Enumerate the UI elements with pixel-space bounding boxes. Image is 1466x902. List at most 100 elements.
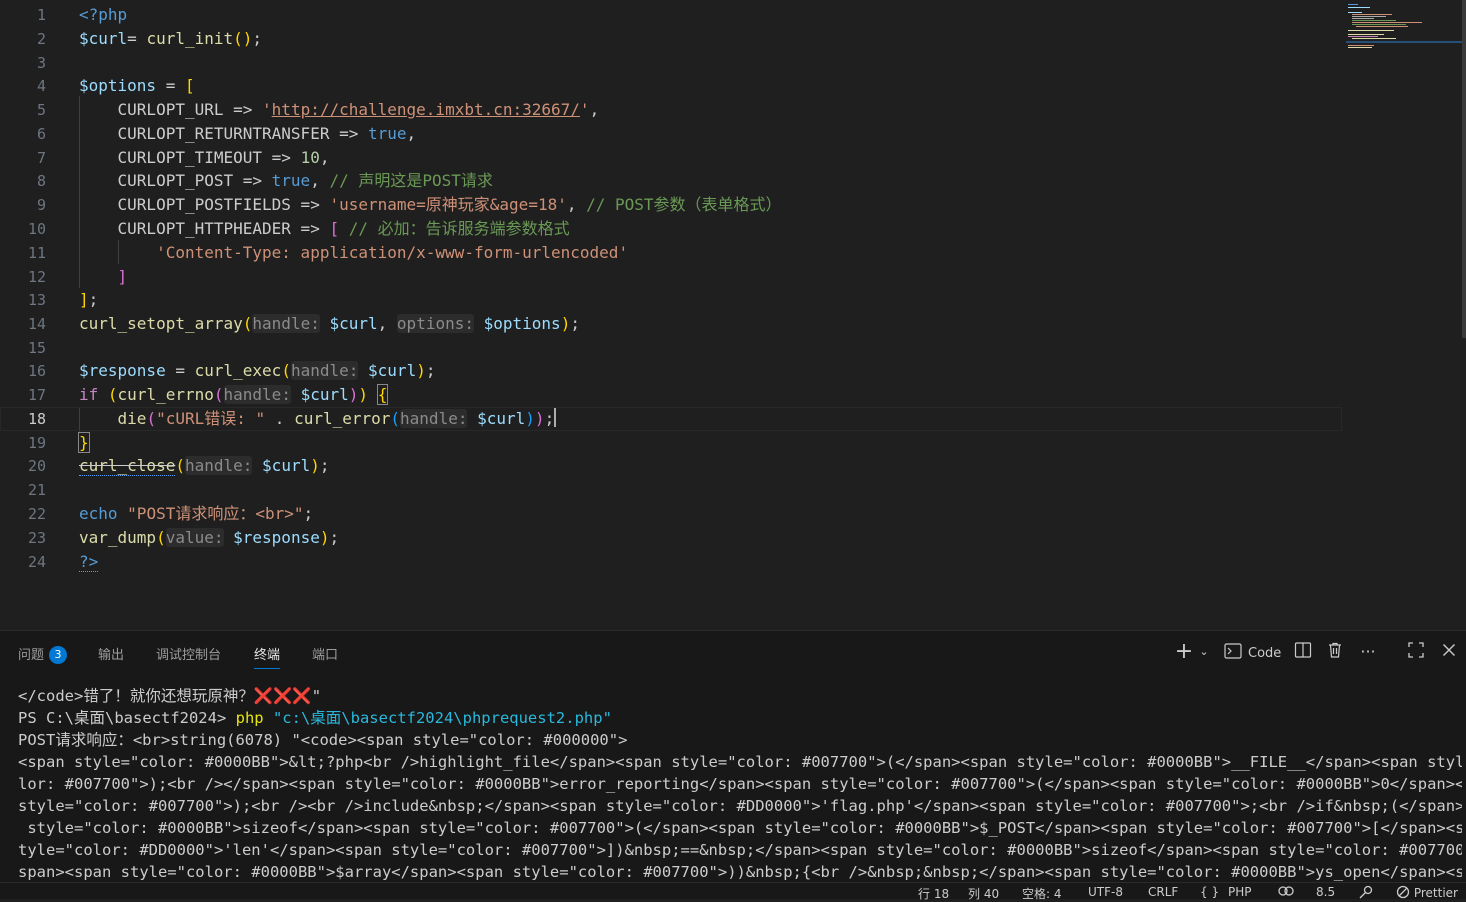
line-number: 12 xyxy=(27,268,46,286)
terminal-line: </code>错了！就你还想玩原神？❌❌❌" xyxy=(18,687,322,705)
line-code: <?php xyxy=(79,5,128,24)
code-line[interactable]: 16 $response = curl_exec(handle: $curl); xyxy=(0,359,1342,383)
split-terminal-icon[interactable] xyxy=(1294,641,1312,663)
code-line[interactable]: 1 <?php xyxy=(0,3,1342,27)
cursor-position-row[interactable]: 行 18 xyxy=(918,885,949,902)
line-code: die("cURL错误: " . curl_error(handle: $cur… xyxy=(117,408,557,428)
parameter-hint: handle: xyxy=(252,314,320,333)
code-line[interactable]: 7 CURLOPT_TIMEOUT => 10, xyxy=(0,146,1342,170)
indentation-spaces[interactable]: 空格: 4 xyxy=(1022,885,1062,902)
tab-output[interactable]: 输出 xyxy=(98,644,124,663)
code-line[interactable]: 5 CURLOPT_URL => 'http://challenge.imxbt… xyxy=(0,98,1342,122)
code-line[interactable]: 11 'Content-Type: application/x-www-form… xyxy=(0,241,1342,265)
line-number: 1 xyxy=(36,6,46,24)
line-number: 15 xyxy=(27,339,46,357)
code-editor[interactable]: 1 <?php 2 $curl= curl_init(); 3 4 $optio… xyxy=(0,0,1466,630)
line-number: 9 xyxy=(36,196,46,214)
line-number: 24 xyxy=(27,553,46,571)
vertical-scrollbar[interactable] xyxy=(1462,0,1466,338)
parameter-hint: handle: xyxy=(290,361,359,380)
code-line[interactable]: 19 } xyxy=(0,431,1342,455)
code-line[interactable]: 21 xyxy=(0,478,1342,502)
line-code: echo "POST请求响应：<br>"; xyxy=(79,504,314,523)
line-code: var_dump(value: $response); xyxy=(79,528,340,547)
code-line[interactable]: 8 CURLOPT_POST => true, // 声明这是POST请求 xyxy=(0,169,1342,193)
line-number: 22 xyxy=(27,505,46,523)
line-number: 20 xyxy=(27,457,46,475)
tab-problems[interactable]: 问题 3 xyxy=(18,644,68,664)
terminal-icon xyxy=(1224,643,1242,659)
parameter-hint: handle: xyxy=(184,456,253,475)
code-line[interactable]: 13 ]; xyxy=(0,288,1342,312)
code-line[interactable]: 20 curl_close(handle: $curl); xyxy=(0,454,1342,478)
code-line[interactable]: 2 $curl= curl_init(); xyxy=(0,27,1342,51)
terminal-line: span><span style="color: #0000BB">$array… xyxy=(18,863,1462,881)
line-code: CURLOPT_POSTFIELDS => 'username=原神玩家&age… xyxy=(117,195,782,214)
php-version[interactable]: 8.5 xyxy=(1316,885,1335,899)
chevron-down-icon[interactable]: ⌄ xyxy=(1197,641,1211,663)
terminal-profile-button[interactable]: Code xyxy=(1224,641,1288,663)
minimap[interactable] xyxy=(1346,0,1462,60)
new-terminal-plus-icon[interactable]: + xyxy=(1174,641,1194,663)
text-cursor xyxy=(554,408,557,427)
terminal-line: style="color: #007700">);<br /><br />inc… xyxy=(18,797,1462,815)
line-code: $options = [ xyxy=(79,76,195,95)
status-bar: 行 18 列 40 空格: 4 UTF-8 CRLF { } PHP 8.5 P… xyxy=(0,882,1466,902)
terminal-profile-label: Code xyxy=(1248,646,1282,661)
line-number: 4 xyxy=(36,77,46,95)
file-encoding[interactable]: UTF-8 xyxy=(1088,885,1123,899)
code-line[interactable]: 14 curl_setopt_array(handle: $curl, opti… xyxy=(0,312,1342,336)
copilot-icon[interactable] xyxy=(1277,885,1295,902)
problems-count-badge: 3 xyxy=(49,646,68,664)
trash-icon[interactable] xyxy=(1326,641,1344,663)
url-link[interactable]: http://challenge.imxbt.cn:32667/ xyxy=(272,100,580,119)
code-line[interactable]: 10 CURLOPT_HTTPHEADER => [ // 必加：告诉服务端参数… xyxy=(0,217,1342,241)
language-mode[interactable]: PHP xyxy=(1228,885,1252,899)
tab-debug-console[interactable]: 调试控制台 xyxy=(156,644,221,663)
line-number: 10 xyxy=(27,220,46,238)
parameter-hint: options: xyxy=(396,314,474,333)
code-line[interactable]: 3 xyxy=(0,51,1342,75)
line-code: ] xyxy=(117,267,128,286)
deprecated-function: curl_close xyxy=(79,456,176,476)
line-number: 11 xyxy=(27,244,46,262)
code-line-current[interactable]: 18 die("cURL错误: " . curl_error(handle: $… xyxy=(0,407,1342,431)
cursor-position-col[interactable]: 列 40 xyxy=(968,885,999,902)
line-number: 23 xyxy=(27,529,46,547)
more-actions-icon[interactable]: ··· xyxy=(1358,641,1378,663)
line-number: 17 xyxy=(27,386,46,404)
line-code: CURLOPT_URL => 'http://challenge.imxbt.c… xyxy=(117,100,600,119)
parameter-hint: handle: xyxy=(223,385,291,404)
terminal-line: lor: #007700">);<br /></span><span style… xyxy=(18,775,1462,793)
code-line[interactable]: 15 xyxy=(0,336,1342,360)
bottom-panel: 问题 3 输出 调试控制台 终端 端口 + ⌄ Code ··· </code>错… xyxy=(0,630,1466,883)
code-line[interactable]: 17 if (curl_errno(handle: $curl)) { xyxy=(0,383,1342,407)
line-ending[interactable]: CRLF xyxy=(1148,885,1178,899)
line-number: 14 xyxy=(27,315,46,333)
terminal-line: tyle="color: #DD0000">'len'</span><span … xyxy=(18,841,1462,859)
line-code: CURLOPT_TIMEOUT => 10, xyxy=(117,148,330,167)
code-line[interactable]: 24 ?> xyxy=(0,550,1342,574)
line-number: 18 xyxy=(27,410,46,428)
line-code: curl_close(handle: $curl); xyxy=(79,456,330,476)
tab-terminal[interactable]: 终端 xyxy=(254,644,281,669)
code-line[interactable]: 12 ] xyxy=(0,265,1342,289)
code-line[interactable]: 22 echo "POST请求响应：<br>"; xyxy=(0,502,1342,526)
line-number: 21 xyxy=(27,481,46,499)
terminal-prompt-line: PS C:\桌面\basectf2024> php "c:\桌面\basectf… xyxy=(18,709,612,727)
terminal-output[interactable]: </code>错了！就你还想玩原神？❌❌❌" PS C:\桌面\basectf2… xyxy=(18,685,1462,883)
tab-ports[interactable]: 端口 xyxy=(312,644,338,663)
maximize-panel-icon[interactable] xyxy=(1407,641,1425,663)
line-number: 6 xyxy=(36,125,46,143)
parameter-hint: handle: xyxy=(400,409,468,428)
code-line[interactable]: 9 CURLOPT_POSTFIELDS => 'username=原神玩家&a… xyxy=(0,193,1342,217)
code-line[interactable]: 4 $options = [ xyxy=(0,74,1342,98)
cross-marks: ❌❌❌ xyxy=(253,687,312,705)
close-panel-icon[interactable] xyxy=(1440,641,1458,663)
line-code: $response = curl_exec(handle: $curl); xyxy=(79,361,436,380)
code-line[interactable]: 23 var_dump(value: $response); xyxy=(0,526,1342,550)
line-code: CURLOPT_POST => true, // 声明这是POST请求 xyxy=(117,171,493,190)
code-line[interactable]: 6 CURLOPT_RETURNTRANSFER => true, xyxy=(0,122,1342,146)
line-code: $curl= curl_init(); xyxy=(79,29,263,48)
key-icon[interactable] xyxy=(1358,885,1374,902)
